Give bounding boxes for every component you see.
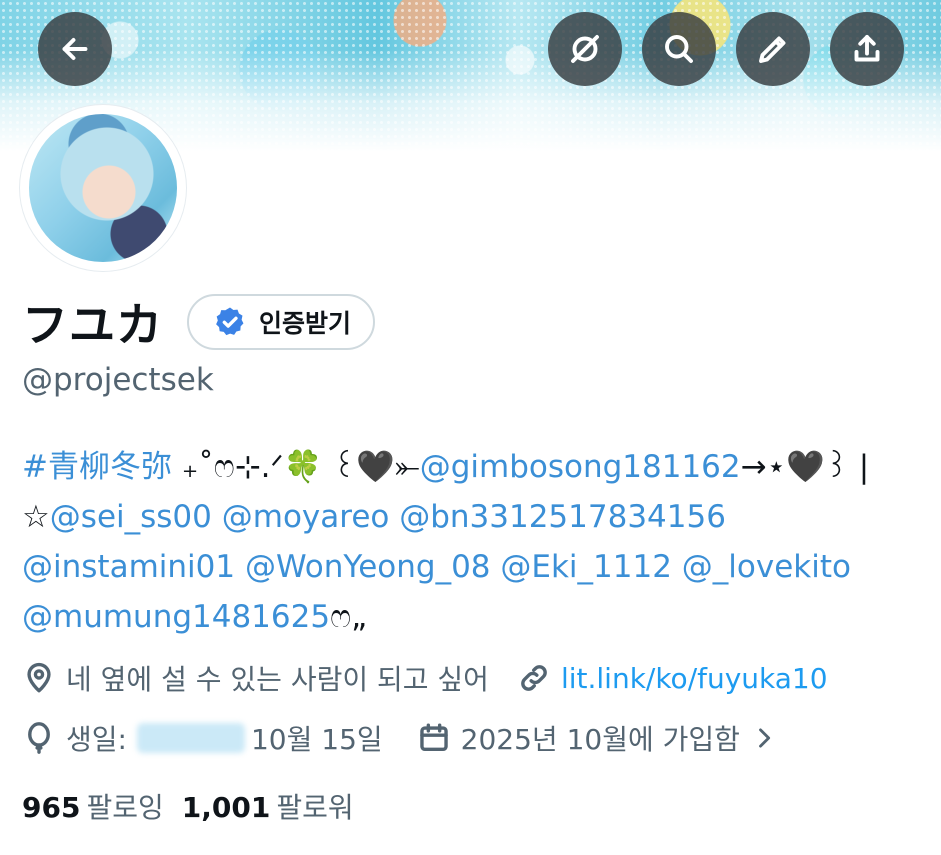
following-link[interactable]: 965 팔로잉 [22, 786, 164, 826]
mention-link[interactable]: @_lovekito [682, 549, 851, 585]
bio: #青柳冬弥 ₊˚ෆ⊹.ᐟ🍀 ꒰🖤⤜@gimbosong181162→⋆🖤꒱ | … [22, 442, 927, 642]
followers-label: 팔로워 [276, 791, 354, 824]
mention-link[interactable]: @bn3312517834156 [399, 499, 726, 535]
location-text: 네 옆에 설 수 있는 사람이 되고 싶어 [66, 663, 489, 696]
followers-count: 1,001 [181, 791, 271, 824]
bio-line: ☆@sei_ss00 @moyareo @bn3312517834156 [22, 492, 927, 542]
mention-link[interactable]: @sei_ss00 [50, 499, 212, 535]
bio-text: ☆ [22, 499, 50, 535]
display-name: フユカ [22, 298, 163, 352]
followers-link[interactable]: 1,001 팔로워 [182, 786, 354, 826]
joined-text: 2025년 10월에 가입함 [460, 723, 740, 756]
bio-text [491, 549, 501, 585]
redacted-birth-year [136, 723, 245, 753]
mention-link[interactable]: @WonYeong_08 [245, 549, 491, 585]
search-button[interactable] [642, 12, 716, 86]
location-pin-icon [27, 662, 51, 693]
following-label: 팔로잉 [86, 791, 164, 824]
birthday-value: 10월 15일 [250, 723, 383, 756]
bio-text [389, 499, 399, 535]
avatar-image [29, 114, 177, 262]
birthday-label: 생일: [66, 723, 127, 756]
back-button[interactable] [38, 12, 112, 86]
website-link[interactable]: lit.link/ko/fuyuka10 [561, 662, 828, 695]
user-handle: @projectsek [22, 362, 214, 398]
location-website-row: 네 옆에 설 수 있는 사람이 되고 싶어 lit.link/ko/fuyuka… [22, 658, 828, 698]
edit-button[interactable] [736, 12, 810, 86]
calendar-icon [419, 723, 448, 752]
bio-text [212, 499, 222, 535]
balloon-icon [28, 722, 50, 754]
search-icon [665, 35, 693, 63]
share-icon [854, 35, 880, 62]
mention-link[interactable]: @instamini01 [22, 549, 235, 585]
follow-stats: 965 팔로잉 1,001 팔로워 [22, 786, 354, 826]
bio-text [235, 549, 245, 585]
eye-slash-icon [571, 35, 599, 63]
pencil-icon [759, 36, 786, 63]
birthday: 생일: [22, 718, 127, 758]
website[interactable]: lit.link/ko/fuyuka10 [517, 661, 828, 695]
bio-line: #青柳冬弥 ₊˚ෆ⊹.ᐟ🍀 ꒰🖤⤜@gimbosong181162→⋆🖤꒱ | [22, 442, 927, 492]
bio-line: @instamini01 @WonYeong_08 @Eki_1112 @_lo… [22, 542, 927, 592]
location: 네 옆에 설 수 있는 사람이 되고 싶어 [22, 658, 489, 698]
bio-text [672, 549, 682, 585]
avatar[interactable] [20, 105, 186, 271]
name-row: フユカ 인증받기 [22, 290, 376, 354]
bio-text: ෆ„ [330, 599, 368, 635]
mention-link[interactable]: @gimbosong181162 [420, 449, 741, 485]
share-button[interactable] [830, 12, 904, 86]
hide-button[interactable] [548, 12, 622, 86]
birthday-joined-row: 생일: 10월 15일 2025년 10월에 가입함 [22, 718, 778, 758]
verified-badge-icon [216, 307, 244, 336]
hashtag-link[interactable]: #青柳冬弥 [22, 449, 172, 485]
arrow-left-icon [62, 38, 88, 60]
bio-line: @mumung1481625ෆ„ [22, 592, 927, 642]
mention-link[interactable]: @Eki_1112 [500, 549, 672, 585]
following-count: 965 [22, 791, 81, 824]
mention-link[interactable]: @mumung1481625 [22, 599, 330, 635]
get-verified-button[interactable]: 인증받기 [187, 294, 376, 350]
link-icon [521, 665, 547, 691]
bio-text: →⋆🖤꒱ | [740, 449, 870, 485]
get-verified-label: 인증받기 [259, 309, 352, 338]
bio-text: ₊˚ෆ⊹.ᐟ🍀 ꒰🖤⤜ [171, 449, 420, 485]
chevron-right-icon [759, 728, 770, 748]
mention-link[interactable]: @moyareo [222, 499, 390, 535]
joined-date[interactable]: 2025년 10월에 가입함 [417, 718, 778, 758]
